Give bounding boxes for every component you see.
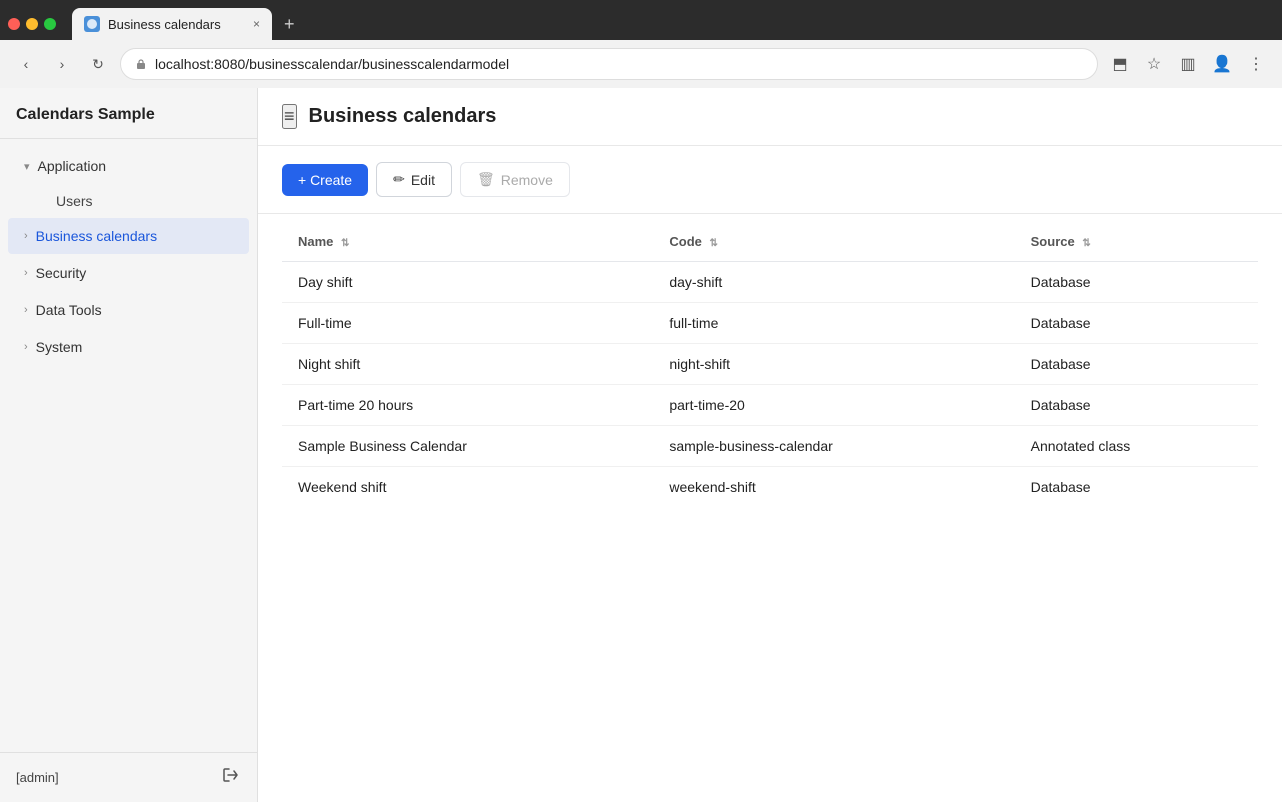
chevron-down-icon: ▾ bbox=[24, 160, 30, 173]
table-row[interactable]: Day shift day-shift Database bbox=[282, 262, 1258, 303]
chevron-right-icon: › bbox=[24, 304, 28, 316]
calendars-table: Name ⇅ Code ⇅ Source ⇅ bbox=[282, 222, 1258, 507]
sort-icon-source: ⇅ bbox=[1082, 238, 1090, 249]
cell-code: night-shift bbox=[653, 344, 1014, 385]
sort-icon-name: ⇅ bbox=[341, 238, 349, 249]
column-header-name[interactable]: Name ⇅ bbox=[282, 222, 653, 262]
current-user-label: [admin] bbox=[16, 770, 59, 785]
chevron-right-icon: › bbox=[24, 230, 28, 242]
back-button[interactable]: ‹ bbox=[12, 50, 40, 78]
profile-icon[interactable]: 👤 bbox=[1208, 50, 1236, 78]
maximize-window-button[interactable] bbox=[44, 18, 56, 30]
sort-icon-code: ⇅ bbox=[709, 238, 717, 249]
sidebar-item-application[interactable]: ▾ Application bbox=[8, 148, 249, 184]
sidebar-item-business-calendars-label: Business calendars bbox=[36, 228, 157, 244]
address-bar[interactable]: localhost:8080/businesscalendar/business… bbox=[120, 48, 1098, 80]
page-title: Business calendars bbox=[309, 105, 497, 128]
refresh-button[interactable]: ↻ bbox=[84, 50, 112, 78]
remove-button[interactable]: 🗑 Remove bbox=[460, 162, 570, 197]
cell-code: full-time bbox=[653, 303, 1014, 344]
hamburger-button[interactable]: ≡ bbox=[282, 104, 297, 129]
cell-name: Part-time 20 hours bbox=[282, 385, 653, 426]
cell-source: Database bbox=[1015, 344, 1258, 385]
tab-close-button[interactable]: × bbox=[253, 17, 260, 31]
nav-bar: ‹ › ↻ localhost:8080/businesscalendar/bu… bbox=[0, 40, 1282, 88]
sidebar-item-system[interactable]: › System bbox=[8, 329, 249, 365]
minimize-window-button[interactable] bbox=[26, 18, 38, 30]
cell-code: sample-business-calendar bbox=[653, 426, 1014, 467]
cell-source: Annotated class bbox=[1015, 426, 1258, 467]
forward-button[interactable]: › bbox=[48, 50, 76, 78]
column-header-source[interactable]: Source ⇅ bbox=[1015, 222, 1258, 262]
cell-code: part-time-20 bbox=[653, 385, 1014, 426]
table-header-row: Name ⇅ Code ⇅ Source ⇅ bbox=[282, 222, 1258, 262]
sidebar-item-business-calendars[interactable]: › Business calendars bbox=[8, 218, 249, 254]
table-body: Day shift day-shift Database Full-time f… bbox=[282, 262, 1258, 508]
table-row[interactable]: Part-time 20 hours part-time-20 Database bbox=[282, 385, 1258, 426]
cell-code: weekend-shift bbox=[653, 467, 1014, 508]
sidebar-item-users-label: Users bbox=[56, 193, 93, 209]
table-row[interactable]: Sample Business Calendar sample-business… bbox=[282, 426, 1258, 467]
table-container: Name ⇅ Code ⇅ Source ⇅ bbox=[258, 214, 1282, 802]
cell-code: day-shift bbox=[653, 262, 1014, 303]
tab-bar: Business calendars × + bbox=[0, 0, 1282, 40]
edit-icon: ✏ bbox=[393, 171, 405, 188]
cell-source: Database bbox=[1015, 385, 1258, 426]
url-text: localhost:8080/businesscalendar/business… bbox=[155, 56, 509, 72]
sidebar-nav: ▾ Application Users › Business calendars… bbox=[0, 139, 257, 752]
edit-button-label: Edit bbox=[411, 172, 435, 188]
sidebar-item-users[interactable]: Users bbox=[40, 185, 249, 217]
tab-favicon-icon bbox=[84, 16, 100, 32]
chevron-right-icon: › bbox=[24, 267, 28, 279]
cell-name: Full-time bbox=[282, 303, 653, 344]
cell-source: Database bbox=[1015, 262, 1258, 303]
sidebar-footer: [admin] bbox=[0, 752, 257, 802]
nav-icons-right: ⬒ ☆ ▥ 👤 ⋮ bbox=[1106, 50, 1270, 78]
table-row[interactable]: Night shift night-shift Database bbox=[282, 344, 1258, 385]
toolbar: + Create ✏ Edit 🗑 Remove bbox=[258, 146, 1282, 214]
chevron-right-icon: › bbox=[24, 341, 28, 353]
logout-icon bbox=[221, 765, 241, 785]
close-window-button[interactable] bbox=[8, 18, 20, 30]
sidebar-item-system-label: System bbox=[36, 339, 83, 355]
create-button-label: + Create bbox=[298, 172, 352, 188]
cell-name: Day shift bbox=[282, 262, 653, 303]
cell-source: Database bbox=[1015, 303, 1258, 344]
window-controls bbox=[8, 18, 56, 30]
cell-name: Sample Business Calendar bbox=[282, 426, 653, 467]
bookmark-icon[interactable]: ☆ bbox=[1140, 50, 1168, 78]
cast-icon[interactable]: ⬒ bbox=[1106, 50, 1134, 78]
table-row[interactable]: Full-time full-time Database bbox=[282, 303, 1258, 344]
cell-name: Night shift bbox=[282, 344, 653, 385]
menu-icon[interactable]: ⋮ bbox=[1242, 50, 1270, 78]
create-button[interactable]: + Create bbox=[282, 164, 368, 196]
sidebar-item-security-label: Security bbox=[36, 265, 87, 281]
new-tab-button[interactable]: + bbox=[276, 10, 303, 39]
sidebar-item-data-tools-label: Data Tools bbox=[36, 302, 102, 318]
sidebar-toggle-icon[interactable]: ▥ bbox=[1174, 50, 1202, 78]
sidebar: Calendars Sample ▾ Application Users › B… bbox=[0, 88, 258, 802]
column-header-code[interactable]: Code ⇅ bbox=[653, 222, 1014, 262]
sidebar-item-security[interactable]: › Security bbox=[8, 255, 249, 291]
remove-icon: 🗑 bbox=[477, 171, 495, 188]
main-header: ≡ Business calendars bbox=[258, 88, 1282, 146]
app-container: Calendars Sample ▾ Application Users › B… bbox=[0, 88, 1282, 802]
remove-button-label: Remove bbox=[501, 172, 553, 188]
sidebar-item-application-label: Application bbox=[38, 158, 107, 174]
browser-chrome: Business calendars × + ‹ › ↻ localhost:8… bbox=[0, 0, 1282, 88]
sidebar-app-name: Calendars Sample bbox=[0, 88, 257, 139]
sidebar-sub-application: Users bbox=[0, 185, 257, 217]
table-row[interactable]: Weekend shift weekend-shift Database bbox=[282, 467, 1258, 508]
tab-title: Business calendars bbox=[108, 17, 221, 32]
active-tab[interactable]: Business calendars × bbox=[72, 8, 272, 40]
logout-button[interactable] bbox=[221, 765, 241, 790]
edit-button[interactable]: ✏ Edit bbox=[376, 162, 452, 197]
sidebar-item-data-tools[interactable]: › Data Tools bbox=[8, 292, 249, 328]
cell-name: Weekend shift bbox=[282, 467, 653, 508]
main-content: ≡ Business calendars + Create ✏ Edit 🗑 R… bbox=[258, 88, 1282, 802]
cell-source: Database bbox=[1015, 467, 1258, 508]
lock-icon bbox=[135, 58, 147, 70]
